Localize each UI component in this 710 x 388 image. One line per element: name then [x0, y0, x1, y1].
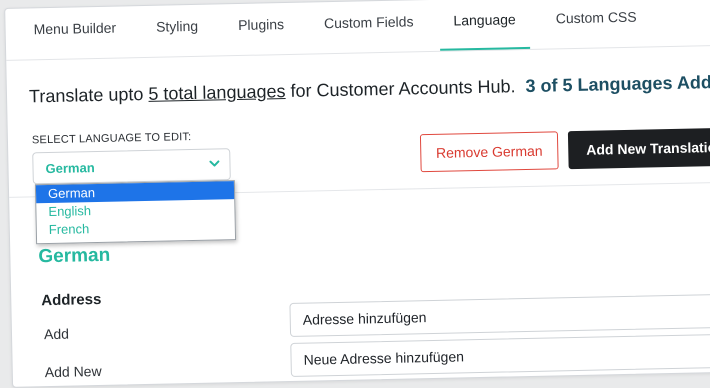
headline: Translate upto 5 total languages for Cus…	[29, 72, 710, 108]
translation-input-add[interactable]	[289, 293, 710, 337]
translation-input-add-new[interactable]	[290, 333, 710, 377]
add-translation-button[interactable]: Add New Translation	[567, 127, 710, 170]
settings-card: Menu Builder Styling Plugins Custom Fiel…	[4, 0, 710, 388]
total-languages-link[interactable]: 5 total languages	[148, 81, 285, 104]
chevron-down-icon	[209, 160, 220, 167]
tab-bar: Menu Builder Styling Plugins Custom Fiel…	[5, 0, 710, 61]
tab-language[interactable]: Language	[439, 4, 531, 51]
language-heading: German	[38, 244, 111, 268]
tab-menu-builder[interactable]: Menu Builder	[19, 13, 130, 59]
languages-count: 3 of 5 Languages Adde	[525, 71, 710, 97]
tab-custom-fields[interactable]: Custom Fields	[310, 7, 428, 53]
language-option-french[interactable]: French	[37, 217, 235, 239]
language-select-value: German	[45, 159, 95, 176]
tab-plugins[interactable]: Plugins	[224, 10, 299, 56]
headline-prefix: Translate upto	[28, 83, 149, 107]
language-select[interactable]: German	[32, 148, 231, 185]
section-title: Address	[41, 290, 102, 310]
stage: Menu Builder Styling Plugins Custom Fiel…	[0, 0, 710, 388]
select-language-label: SELECT LANGUAGE TO EDIT:	[31, 131, 192, 147]
headline-suffix: for Customer Accounts Hub.	[285, 76, 516, 102]
language-dropdown: German English French	[34, 180, 237, 245]
row-label-add: Add	[43, 325, 70, 343]
row-label-add-new: Add New	[44, 362, 102, 381]
tab-custom-css[interactable]: Custom CSS	[541, 2, 651, 48]
remove-language-button[interactable]: Remove German	[419, 131, 559, 173]
tab-styling[interactable]: Styling	[142, 12, 213, 57]
